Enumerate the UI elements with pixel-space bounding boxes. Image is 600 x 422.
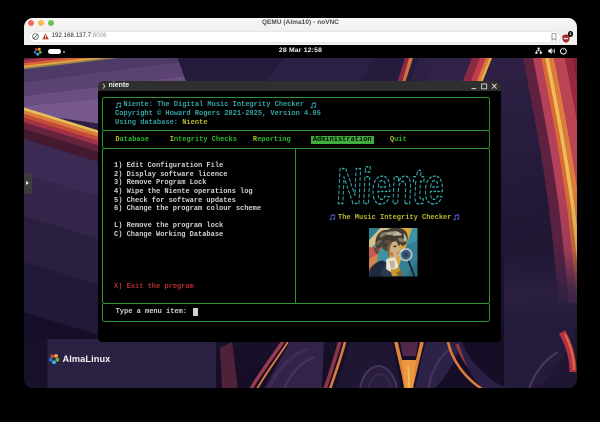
svg-text:Niente: Niente bbox=[337, 163, 445, 205]
